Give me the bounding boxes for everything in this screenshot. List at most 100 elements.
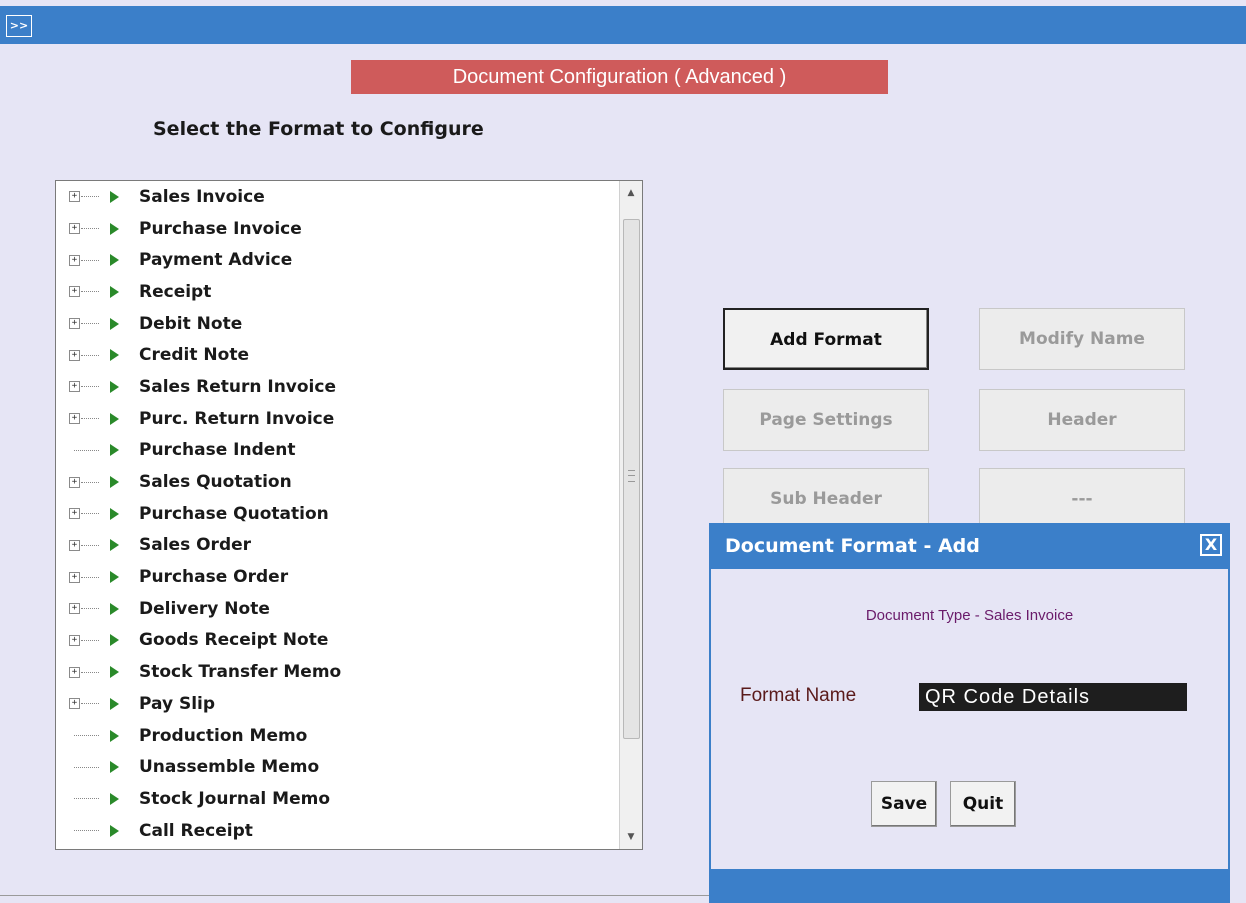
expand-panel-button[interactable]: >> — [6, 15, 32, 37]
quit-button[interactable]: Quit — [950, 781, 1016, 827]
green-arrow-icon — [110, 539, 119, 552]
page-settings-button[interactable]: Page Settings — [723, 389, 929, 451]
plus-box-icon[interactable]: + — [69, 223, 80, 235]
green-arrow-icon — [110, 824, 119, 837]
format-tree[interactable]: + Sales Invoice + Purchase Invoice + Payment … — [55, 180, 643, 850]
tree-connector — [81, 639, 99, 641]
tree-item-label: Production Memo — [139, 725, 308, 746]
scroll-down-icon[interactable]: ▼ — [620, 827, 642, 847]
green-arrow-icon — [110, 666, 119, 679]
plus-box-icon[interactable]: + — [69, 381, 80, 393]
plus-box-icon[interactable]: + — [69, 603, 80, 615]
plus-box-icon[interactable]: + — [69, 539, 80, 551]
top-bar: >> — [0, 6, 1246, 44]
plus-box-icon[interactable]: + — [69, 286, 80, 298]
tree-connector — [81, 513, 99, 515]
tree-item-label: Credit Note — [139, 345, 249, 366]
dialog-title: Document Format - Add — [725, 535, 980, 557]
tree-item[interactable]: + Purchase Invoice — [56, 213, 620, 245]
plus-box-icon[interactable]: + — [69, 508, 80, 520]
blank-button[interactable]: --- — [979, 468, 1185, 530]
tree-item[interactable]: + Debit Note — [56, 308, 620, 340]
tree-item[interactable]: + Sales Invoice — [56, 181, 620, 213]
tree-item[interactable]: + Sales Quotation — [56, 466, 620, 498]
format-tree-list: + Sales Invoice + Purchase Invoice + Payment … — [56, 181, 620, 846]
tree-item-label: Sales Quotation — [139, 472, 292, 493]
green-arrow-icon — [110, 792, 119, 805]
tree-connector — [81, 196, 99, 198]
tree-connector — [81, 228, 99, 230]
tree-item-label: Purchase Indent — [139, 440, 296, 461]
green-arrow-icon — [110, 285, 119, 298]
plus-box-icon[interactable]: + — [69, 634, 80, 646]
modify-name-button[interactable]: Modify Name — [979, 308, 1185, 370]
scroll-up-icon[interactable]: ▲ — [620, 183, 642, 203]
green-arrow-icon — [110, 412, 119, 425]
tree-item[interactable]: + Goods Receipt Note — [56, 625, 620, 657]
plus-box-icon[interactable]: + — [69, 254, 80, 266]
green-arrow-icon — [110, 222, 119, 235]
tree-connector — [81, 354, 99, 356]
tree-item-label: Pay Slip — [139, 693, 216, 714]
tree-item[interactable]: + Credit Note — [56, 339, 620, 371]
header-label: Header — [1047, 410, 1117, 430]
tree-item[interactable]: Purchase Indent — [56, 435, 620, 467]
tree-item-label: Purchase Order — [139, 567, 289, 588]
tree-item-label: Delivery Note — [139, 598, 270, 619]
green-arrow-icon — [110, 571, 119, 584]
plus-box-icon[interactable]: + — [69, 571, 80, 583]
divider — [0, 895, 709, 896]
plus-box-icon[interactable]: + — [69, 476, 80, 488]
tree-item[interactable]: + Pay Slip — [56, 688, 620, 720]
tree-scrollbar[interactable]: ▲ ▼ — [619, 181, 642, 849]
tree-item-label: Goods Receipt Note — [139, 630, 329, 651]
plus-box-icon[interactable]: + — [69, 349, 80, 361]
tree-connector — [74, 735, 99, 737]
page-settings-label: Page Settings — [759, 410, 893, 430]
green-arrow-icon — [110, 190, 119, 203]
close-icon[interactable]: X — [1200, 534, 1222, 556]
tree-connector — [81, 386, 99, 388]
tree-item-label: Debit Note — [139, 313, 243, 334]
tree-connector — [81, 576, 99, 578]
tree-item[interactable]: + Sales Return Invoice — [56, 371, 620, 403]
tree-item[interactable]: + Stock Transfer Memo — [56, 656, 620, 688]
tree-item[interactable]: + Purchase Order — [56, 561, 620, 593]
tree-item-label: Unassemble Memo — [139, 757, 320, 778]
tree-item[interactable]: Production Memo — [56, 720, 620, 752]
green-arrow-icon — [110, 729, 119, 742]
plus-box-icon[interactable]: + — [69, 698, 80, 710]
tree-item[interactable]: Call Receipt — [56, 815, 620, 847]
tree-item[interactable]: + Delivery Note — [56, 593, 620, 625]
header-button[interactable]: Header — [979, 389, 1185, 451]
tree-item-label: Sales Order — [139, 535, 252, 556]
plus-box-icon[interactable]: + — [69, 318, 80, 330]
blank-label: --- — [1071, 489, 1093, 509]
tree-item[interactable]: + Purc. Return Invoice — [56, 403, 620, 435]
tree-item-label: Call Receipt — [139, 820, 253, 841]
tree-item[interactable]: Unassemble Memo — [56, 751, 620, 783]
plus-box-icon[interactable]: + — [69, 413, 80, 425]
scroll-thumb[interactable] — [623, 219, 640, 739]
tree-item[interactable]: + Payment Advice — [56, 244, 620, 276]
save-button[interactable]: Save — [871, 781, 937, 827]
tree-connector — [81, 418, 99, 420]
tree-connector — [81, 259, 99, 261]
tree-item[interactable]: Stock Journal Memo — [56, 783, 620, 815]
green-arrow-icon — [110, 761, 119, 774]
tree-connector — [81, 703, 99, 705]
tree-item-label: Payment Advice — [139, 250, 293, 271]
green-arrow-icon — [110, 254, 119, 267]
tree-item-label: Purc. Return Invoice — [139, 408, 335, 429]
plus-box-icon[interactable]: + — [69, 191, 80, 203]
tree-connector — [81, 481, 99, 483]
tree-item[interactable]: + Purchase Quotation — [56, 498, 620, 530]
tree-item[interactable]: + Receipt — [56, 276, 620, 308]
tree-item-label: Sales Invoice — [139, 186, 265, 207]
format-name-input[interactable] — [919, 683, 1187, 711]
add-format-button[interactable]: Add Format — [723, 308, 929, 370]
tree-item[interactable]: + Sales Order — [56, 530, 620, 562]
tree-connector — [81, 323, 99, 325]
plus-box-icon[interactable]: + — [69, 666, 80, 678]
sub-header-button[interactable]: Sub Header — [723, 468, 929, 530]
